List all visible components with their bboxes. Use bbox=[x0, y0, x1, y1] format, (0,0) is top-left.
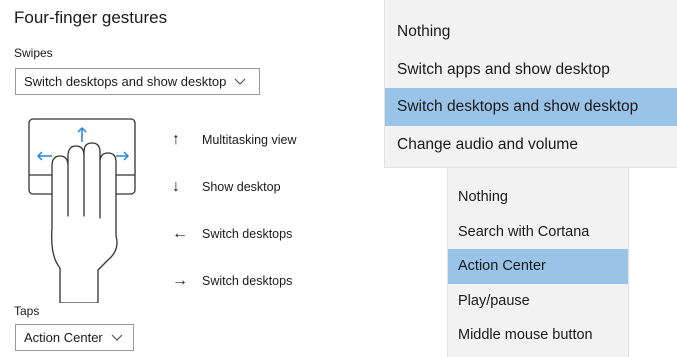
taps-label: Taps bbox=[14, 304, 40, 318]
swipes-combobox[interactable]: Switch desktops and show desktop bbox=[15, 68, 260, 95]
dropdown-option-search-cortana[interactable]: Search with Cortana bbox=[448, 215, 628, 250]
swipes-label: Swipes bbox=[14, 46, 53, 60]
arrow-down-icon: ↓ bbox=[172, 178, 180, 195]
dropdown-option-nothing[interactable]: Nothing bbox=[385, 13, 677, 51]
dropdown-option-change-audio[interactable]: Change audio and volume bbox=[385, 126, 677, 164]
arrow-up-icon: ↑ bbox=[172, 131, 180, 148]
section-title: Four-finger gestures bbox=[14, 8, 168, 27]
legend-row-switch-desktops-right: → Switch desktops bbox=[172, 272, 292, 290]
legend-label: Show desktop bbox=[202, 180, 281, 194]
dropdown-option-play-pause[interactable]: Play/pause bbox=[448, 284, 628, 319]
taps-selected-value: Action Center bbox=[24, 330, 103, 345]
legend-row-multitasking: ↑ Multitasking view bbox=[172, 131, 296, 149]
taps-dropdown-list: Nothing Search with Cortana Action Cente… bbox=[447, 168, 629, 357]
arrow-right-icon: → bbox=[172, 272, 188, 289]
legend-label: Switch desktops bbox=[202, 227, 293, 241]
dropdown-option-middle-mouse[interactable]: Middle mouse button bbox=[448, 318, 628, 353]
swipes-selected-value: Switch desktops and show desktop bbox=[24, 74, 227, 89]
legend-label: Multitasking view bbox=[202, 133, 297, 147]
legend-label: Switch desktops bbox=[202, 274, 293, 288]
dropdown-option-nothing[interactable]: Nothing bbox=[448, 180, 628, 215]
dropdown-option-action-center[interactable]: Action Center bbox=[448, 249, 628, 284]
dropdown-option-switch-desktops[interactable]: Switch desktops and show desktop bbox=[385, 88, 677, 126]
arrow-left-icon: ← bbox=[172, 225, 188, 242]
legend-row-show-desktop: ↓ Show desktop bbox=[172, 178, 281, 196]
chevron-down-icon bbox=[234, 76, 246, 88]
dropdown-option-switch-apps[interactable]: Switch apps and show desktop bbox=[385, 51, 677, 89]
legend-row-switch-desktops-left: ← Switch desktops bbox=[172, 225, 292, 243]
hand-icon bbox=[51, 142, 118, 303]
taps-combobox[interactable]: Action Center bbox=[15, 324, 134, 351]
four-finger-gesture-illustration bbox=[28, 118, 136, 303]
swipes-dropdown-list: Nothing Switch apps and show desktop Swi… bbox=[384, 0, 677, 168]
chevron-down-icon bbox=[111, 332, 123, 344]
